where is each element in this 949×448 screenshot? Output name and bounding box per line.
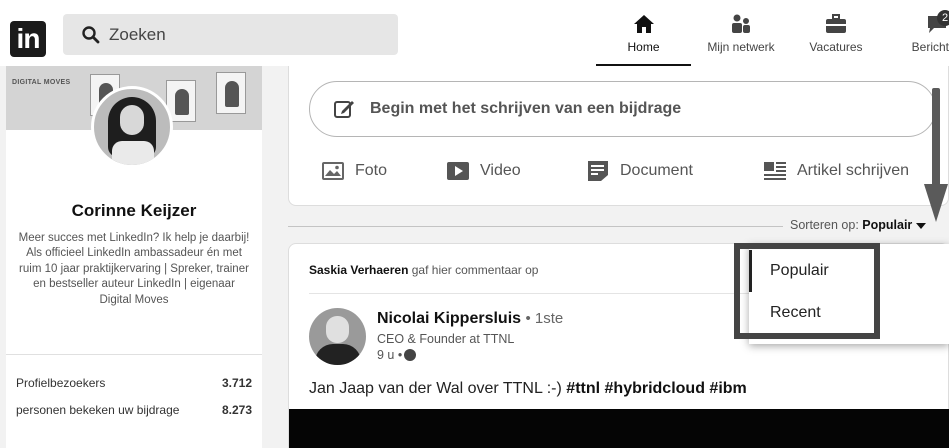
post-hashtags[interactable]: #ttnl #hybridcloud #ibm: [566, 380, 746, 397]
nav-item-messaging[interactable]: 2 Berichten: [897, 8, 949, 66]
sort-toggle[interactable]: Sorteren op: Populair: [790, 218, 927, 232]
author-avatar[interactable]: [309, 308, 366, 365]
share-document-button[interactable]: Document: [586, 158, 706, 186]
author-name[interactable]: Nicolai Kippersluis: [377, 310, 521, 327]
share-option-label: Video: [480, 162, 521, 179]
start-post-label: Begin met het schrijven van een bijdrage: [370, 100, 682, 117]
share-video-button[interactable]: Video: [446, 158, 536, 186]
post-author[interactable]: Nicolai Kippersluis • 1ste: [377, 310, 563, 328]
banner-photo-frame: [216, 72, 246, 114]
notification-badge: 2: [937, 10, 949, 26]
compose-icon: [334, 101, 354, 118]
nav-item-jobs[interactable]: Vacatures: [797, 8, 875, 66]
stat-label: Profielbezoekers: [16, 376, 106, 390]
stat-value: 3.712: [221, 376, 252, 390]
connection-degree: • 1ste: [525, 310, 564, 327]
top-navigation-bar: in Home Mijn netwerk Vacatures: [0, 0, 949, 66]
profile-avatar[interactable]: [91, 86, 173, 168]
share-article-button[interactable]: Artikel schrijven: [763, 158, 933, 186]
profile-card: DIGITAL MOVES Corinne Keijzer Meer succe…: [6, 66, 262, 448]
sort-option-popular[interactable]: Populair: [749, 250, 949, 292]
share-box: Begin met het schrijven van een bijdrage…: [288, 66, 949, 206]
search-box[interactable]: [63, 14, 398, 55]
caret-down-icon: [916, 222, 927, 229]
post-time: 9 u •: [377, 348, 403, 362]
post-context: Saskia Verhaeren gaf hier commentaar op: [309, 263, 538, 277]
stat-label: personen bekeken uw bijdrage: [16, 403, 180, 417]
photo-icon: [322, 162, 344, 180]
linkedin-logo[interactable]: in: [10, 21, 46, 57]
post-media[interactable]: [289, 409, 949, 448]
post-text-plain: Jan Jaap van der Wal over TTNL :-): [309, 380, 562, 397]
context-name[interactable]: Saskia Verhaeren: [309, 263, 408, 277]
author-headline: CEO & Founder at TTNL: [377, 332, 515, 346]
post-timestamp: 9 u •: [377, 348, 417, 362]
video-icon: [447, 162, 469, 180]
start-post-button[interactable]: Begin met het schrijven van een bijdrage: [309, 81, 936, 137]
globe-icon: [404, 349, 417, 361]
sort-option-recent[interactable]: Recent: [749, 292, 949, 334]
arrow-down-icon: [924, 88, 948, 222]
sort-dropdown-menu: Populair Recent: [749, 244, 949, 344]
sort-divider: [288, 226, 783, 227]
search-input[interactable]: [109, 21, 379, 48]
post-text: Jan Jaap van der Wal over TTNL :-) #ttnl…: [309, 380, 747, 398]
nav-item-label: Berichten: [911, 40, 949, 54]
divider: [6, 354, 262, 355]
briefcase-icon: [826, 14, 846, 33]
share-photo-button[interactable]: Foto: [321, 158, 401, 186]
share-option-label: Foto: [355, 162, 388, 179]
document-icon: [588, 161, 608, 181]
article-icon: [764, 162, 786, 180]
stat-value: 8.273: [221, 403, 252, 417]
context-action: gaf hier commentaar op: [411, 263, 539, 277]
share-option-label: Document: [620, 162, 693, 179]
profile-name[interactable]: Corinne Keijzer: [6, 201, 262, 221]
divider: [309, 293, 749, 294]
home-icon: [633, 15, 654, 33]
sort-selected: Populair: [862, 218, 913, 232]
nav-item-home[interactable]: Home: [596, 8, 691, 66]
nav-item-label: Mijn netwerk: [707, 40, 775, 54]
nav-item-label: Vacatures: [809, 40, 863, 54]
search-icon: [82, 26, 100, 44]
share-option-label: Artikel schrijven: [797, 162, 910, 179]
nav-item-label: Home: [627, 40, 660, 54]
banner-brand: DIGITAL MOVES: [12, 79, 71, 86]
profile-headline: Meer succes met LinkedIn? Ik help je daa…: [18, 232, 250, 306]
sort-prefix: Sorteren op:: [790, 218, 859, 232]
nav-item-network[interactable]: Mijn netwerk: [698, 8, 784, 66]
network-icon: [732, 14, 750, 33]
